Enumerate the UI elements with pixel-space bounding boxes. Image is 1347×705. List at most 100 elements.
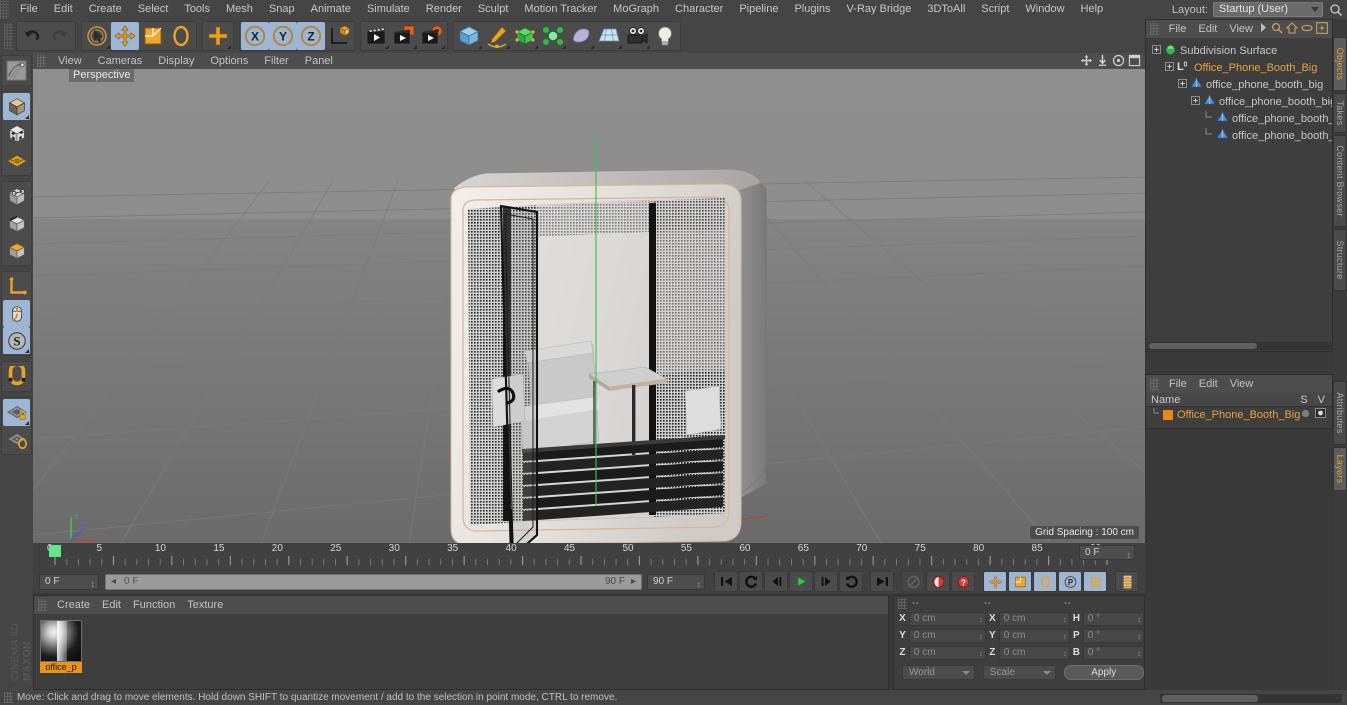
render-settings-button[interactable] [418, 22, 446, 50]
material-menu-texture[interactable]: Texture [181, 596, 229, 614]
layer-row[interactable]: Office_Phone_Booth_Big [1146, 407, 1332, 422]
menu-item-simulate[interactable]: Simulate [359, 0, 418, 19]
new-layer-icon[interactable] [1316, 21, 1328, 37]
position-y-field[interactable]: 0 cm ↕ [908, 628, 986, 643]
add-camera-button[interactable] [623, 22, 651, 50]
stepper-icon[interactable]: ↕ [979, 648, 983, 660]
live-selection-tool[interactable] [83, 22, 111, 50]
layout-dropdown[interactable]: Startup (User) [1213, 2, 1323, 17]
menu-item-motion-tracker[interactable]: Motion Tracker [516, 0, 605, 19]
material-manager-grip-handle[interactable] [38, 599, 47, 611]
layer-manager-grip-handle[interactable] [1150, 378, 1159, 390]
viewport-menu-filter[interactable]: Filter [256, 53, 296, 69]
point-level-animation-button[interactable] [1083, 571, 1107, 592]
tool-expand-corner[interactable] [25, 421, 29, 425]
scrollbar-thumb[interactable] [1162, 695, 1258, 702]
tool-expand-corner[interactable] [441, 45, 445, 49]
search-icon[interactable] [1329, 3, 1343, 17]
max-frame-field[interactable]: 90 F ↕ [647, 573, 705, 590]
tool-expand-corner[interactable] [590, 45, 594, 49]
menu-item-create[interactable]: Create [81, 0, 130, 19]
add-array-modifier-button[interactable] [539, 22, 567, 50]
tree-row-office-phone-booth-big-child-2[interactable]: office_phone_booth_big_ [1148, 127, 1332, 144]
rotation-b-field[interactable]: 0 ° ↕ [1082, 645, 1144, 660]
coordinate-manager-grip-handle[interactable] [898, 597, 907, 609]
menu-item-character[interactable]: Character [667, 0, 731, 19]
material-menu-edit[interactable]: Edit [96, 596, 127, 614]
texture-mode-button[interactable] [3, 120, 30, 147]
parameter-key-button[interactable]: P [1058, 571, 1082, 592]
menu-item-snap[interactable]: Snap [261, 0, 303, 19]
make-editable-button[interactable] [3, 57, 30, 84]
layer-manager-menu-file[interactable]: File [1163, 375, 1193, 393]
preview-range-right-arrow-icon[interactable]: ▸ [631, 575, 636, 589]
expand-toggle-icon[interactable] [1178, 78, 1187, 91]
menu-item-pipeline[interactable]: Pipeline [731, 0, 786, 19]
material-menu-create[interactable]: Create [51, 596, 96, 614]
go-to-start-button[interactable] [714, 571, 738, 592]
play-button[interactable] [789, 571, 813, 592]
ellipse-icon[interactable] [1301, 23, 1313, 35]
menu-item-select[interactable]: Select [130, 0, 177, 19]
render-view-button[interactable] [362, 22, 390, 50]
tree-row-office-phone-booth-big-mesh[interactable]: office_phone_booth_big [1148, 76, 1332, 93]
scale-tool[interactable] [139, 22, 167, 50]
tool-expand-corner[interactable] [385, 45, 389, 49]
position-z-field[interactable]: 0 cm ↕ [908, 645, 986, 660]
viewport-canvas[interactable]: Y X Z Grid Spacing : 100 cm [33, 69, 1145, 543]
scrollbar-thumb[interactable] [1149, 343, 1257, 349]
stepper-icon[interactable]: ↕ [1137, 648, 1141, 660]
timeline-ruler[interactable] [43, 545, 1123, 567]
previous-frame-button[interactable] [764, 571, 788, 592]
move-tool[interactable] [111, 22, 139, 50]
add-nurbs-generator-button[interactable] [511, 22, 539, 50]
object-manager-menu-file[interactable]: File [1163, 20, 1193, 38]
menu-item-tools[interactable]: Tools [176, 0, 218, 19]
go-to-end-button[interactable] [870, 571, 894, 592]
menu-item-script[interactable]: Script [973, 0, 1017, 19]
tool-expand-corner[interactable] [534, 45, 538, 49]
play-backwards-loop-button[interactable] [739, 571, 763, 592]
maximize-viewport-icon[interactable] [1128, 54, 1141, 70]
stepper-icon[interactable]: ↕ [979, 614, 983, 626]
viewport-grip-handle[interactable] [37, 55, 46, 67]
current-frame-field[interactable]: 0 F ↕ [39, 573, 99, 590]
layer-manager-menu-edit[interactable]: Edit [1193, 375, 1224, 393]
record-active-objects-button[interactable] [901, 571, 925, 592]
material-item[interactable]: office_p [40, 620, 82, 673]
menu-item-edit[interactable]: Edit [46, 0, 81, 19]
rotation-key-button[interactable] [1033, 571, 1057, 592]
object-manager-menu-view[interactable]: View [1223, 20, 1259, 38]
menu-item-animate[interactable]: Animate [303, 0, 359, 19]
add-light-button[interactable] [651, 22, 679, 50]
scale-key-button[interactable] [1008, 571, 1032, 592]
move-camera-icon[interactable] [1080, 54, 1093, 70]
workplane-mode-button[interactable] [3, 147, 30, 174]
expand-toggle-icon[interactable] [1191, 95, 1200, 108]
menu-item-3dtoall[interactable]: 3DToAll [919, 0, 973, 19]
preview-range-bar[interactable]: ◂ 0 F 90 F ▸ [105, 573, 642, 590]
menu-item-plugins[interactable]: Plugins [786, 0, 838, 19]
stepper-icon[interactable]: ↕ [1063, 614, 1067, 626]
material-menu-function[interactable]: Function [127, 596, 181, 614]
rotation-h-field[interactable]: 0 ° ↕ [1082, 611, 1144, 626]
lock-y-axis[interactable]: Y [269, 22, 297, 50]
viewport-menu-display[interactable]: Display [150, 53, 202, 69]
viewport-solo-button[interactable] [3, 300, 30, 327]
polygons-mode-button[interactable] [3, 237, 30, 264]
size-x-field[interactable]: 0 cm ↕ [998, 611, 1070, 626]
undo-button[interactable] [18, 22, 46, 50]
tree-row-office-phone-booth-big-door[interactable]: office_phone_booth_big_do [1148, 93, 1332, 110]
viewport-menu-view[interactable]: View [50, 53, 90, 69]
add-scene-floor-button[interactable] [595, 22, 623, 50]
stepper-icon[interactable]: ↕ [979, 631, 983, 643]
tree-row-subdivision-surface[interactable]: Subdivision Surface [1148, 42, 1332, 59]
menu-item-vray-bridge[interactable]: V-Ray Bridge [839, 0, 920, 19]
menu-item-window[interactable]: Window [1017, 0, 1072, 19]
tool-expand-corner[interactable] [25, 115, 29, 119]
tool-expand-corner[interactable] [106, 45, 110, 49]
render-to-picture-viewer-button[interactable] [390, 22, 418, 50]
apply-button[interactable]: Apply [1063, 664, 1144, 680]
lock-workplane-button[interactable] [3, 399, 30, 426]
toolbar-grip-handle[interactable] [4, 23, 13, 49]
